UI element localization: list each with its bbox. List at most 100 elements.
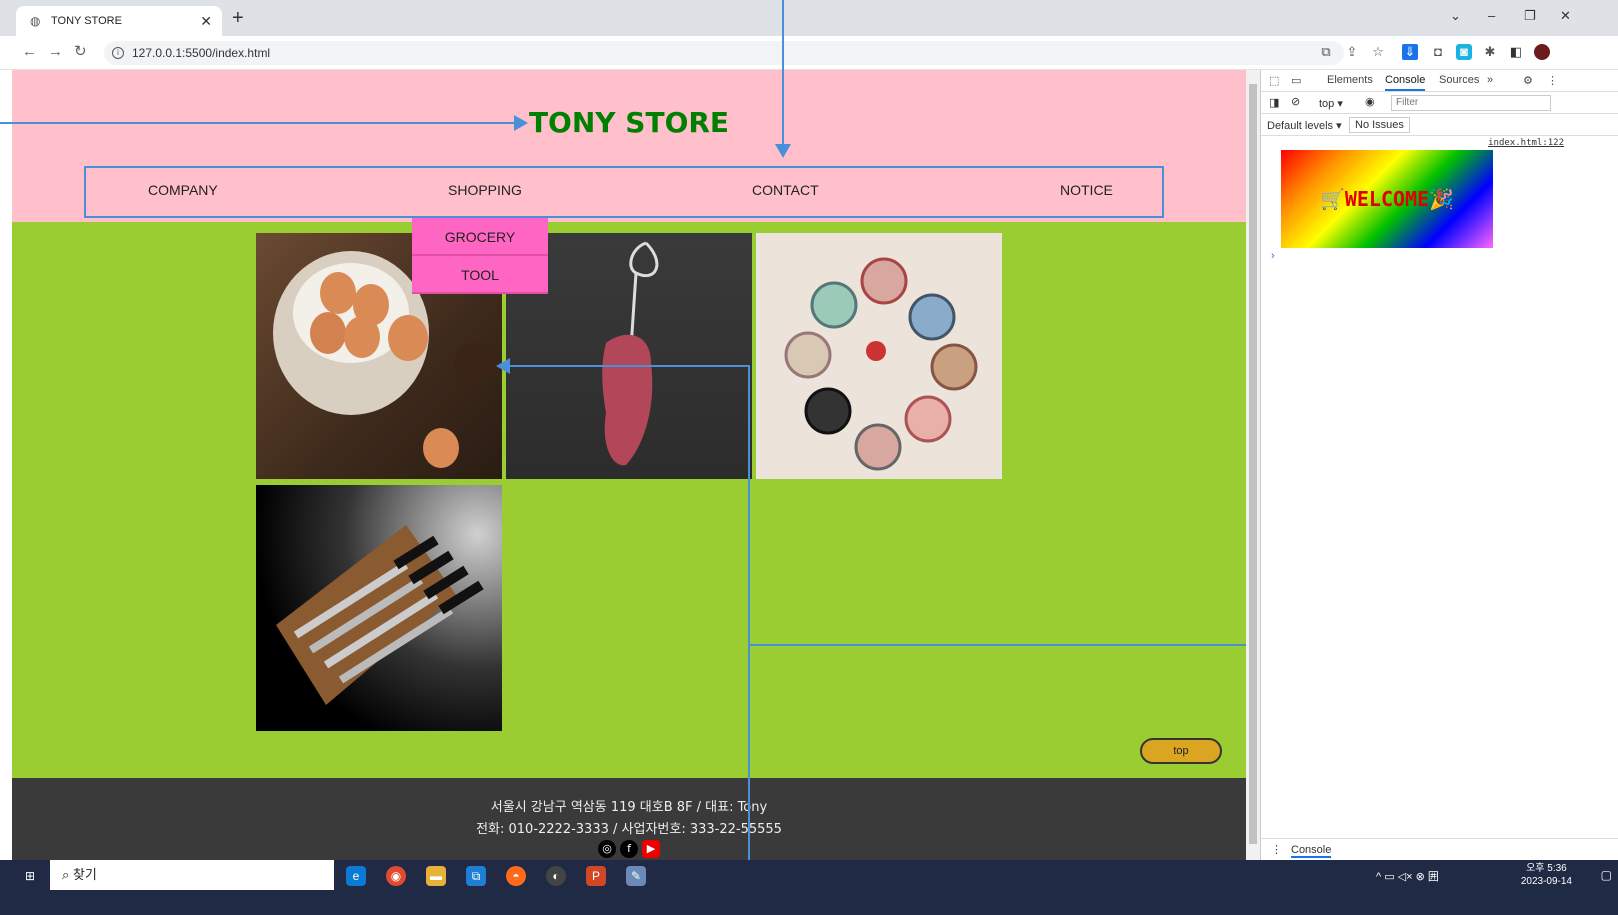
clear-console-icon[interactable]: ⊘ — [1291, 95, 1300, 108]
eye-icon[interactable]: ◉ — [1365, 95, 1375, 108]
page-scrollbar[interactable] — [1246, 70, 1260, 860]
edge-icon[interactable]: e — [346, 866, 366, 886]
nav-notice[interactable]: NOTICE — [1060, 182, 1113, 198]
welcome-text: WELCOME — [1344, 187, 1430, 211]
windows-taskbar: ⊞ ⌕ 찾기 e ◉ ▬ ⧉ ◓ ◐ P ✎ ^ ▭ ◁× ⊗ 囲 오후 5:3… — [0, 860, 1618, 915]
reload-icon[interactable]: ↻ — [74, 44, 87, 60]
drawer-menu-icon[interactable]: ⋮ — [1271, 843, 1282, 856]
main-nav: COMPANY SHOPPING CONTACT NOTICE — [84, 166, 1164, 218]
tab-search-icon[interactable]: ⌄ — [1450, 8, 1461, 24]
site-info-icon[interactable]: i — [112, 47, 124, 59]
restore-button[interactable]: ❐ — [1524, 8, 1536, 24]
devtools-panel: ⬚ ▭ Elements Console Sources » ⚙ ⋮ ◨ ⊘ t… — [1260, 70, 1618, 860]
puzzle-extensions-icon[interactable]: ✱ — [1482, 44, 1498, 60]
back-icon[interactable]: ← — [22, 44, 37, 60]
scrollbar-thumb[interactable] — [1249, 84, 1257, 844]
url-text: 127.0.0.1:5500/index.html — [132, 46, 271, 60]
browser-tab[interactable]: ◍ TONY STORE ✕ — [16, 6, 222, 36]
extension-icon[interactable]: ◙ — [1456, 44, 1472, 60]
globe-icon: ◍ — [30, 13, 41, 28]
minimize-button[interactable]: – — [1488, 8, 1495, 23]
devtools-tabbar: ⬚ ▭ Elements Console Sources » ⚙ ⋮ — [1261, 70, 1618, 92]
nav-company[interactable]: COMPANY — [148, 182, 218, 198]
nav-contact[interactable]: CONTACT — [752, 182, 819, 198]
annotation-arrowhead-title — [514, 115, 528, 131]
youtube-icon[interactable]: ▶ — [642, 840, 660, 858]
browser-tabbar: ◍ TONY STORE ✕ + ⌄ – ❐ ✕ — [0, 0, 1618, 36]
clock-time: 오후 5:36 — [1526, 863, 1567, 874]
camera-extension-icon[interactable]: ◘ — [1430, 44, 1446, 60]
levels-dropdown[interactable]: Default levels ▾ — [1267, 119, 1342, 132]
profile-avatar[interactable] — [1534, 44, 1550, 60]
annotation-line-vertical — [748, 365, 750, 915]
windows-start-icon[interactable]: ⊞ — [20, 866, 40, 886]
url-bar[interactable]: i 127.0.0.1:5500/index.html — [104, 41, 1344, 65]
taskbar-clock[interactable]: 오후 5:36 2023-09-14 — [1521, 862, 1572, 888]
tab-sources[interactable]: Sources — [1439, 74, 1479, 86]
annotation-line-title — [0, 122, 515, 124]
new-tab-button[interactable]: + — [232, 8, 244, 28]
paint-icon[interactable]: ✎ — [626, 866, 646, 886]
footer-phone: 전화: 010-2222-3333 / 사업자번호: 333-22-55555 — [476, 822, 782, 837]
sidebar-toggle-icon[interactable]: ◨ — [1269, 96, 1279, 109]
notification-icon[interactable]: ▢ — [1601, 868, 1612, 882]
console-toolbar: ◨ ⊘ top ▾ ◉ Filter — [1261, 92, 1618, 114]
console-welcome-image: 🛒WELCOME🎉 — [1281, 150, 1493, 248]
shopping-submenu: GROCERY TOOL — [412, 218, 548, 294]
bookmark-star-icon[interactable]: ☆ — [1370, 44, 1386, 60]
levels-row: Default levels ▾ No Issues — [1261, 114, 1618, 136]
tab-title: TONY STORE — [51, 15, 122, 27]
close-tab-icon[interactable]: ✕ — [200, 13, 212, 30]
facebook-icon[interactable]: f — [620, 840, 638, 858]
annotation-arrowhead-gallery — [496, 358, 510, 374]
console-filter-input[interactable]: Filter — [1391, 95, 1551, 111]
scroll-top-button[interactable]: top — [1140, 738, 1222, 764]
github-icon[interactable]: ◐ — [546, 866, 566, 886]
tab-console[interactable]: Console — [1385, 74, 1426, 91]
context-select[interactable]: top ▾ — [1319, 97, 1343, 110]
share-icon[interactable]: ⇪ — [1344, 44, 1360, 60]
knife-set-image — [276, 525, 484, 705]
settings-gear-icon[interactable]: ⚙ — [1523, 74, 1533, 87]
annotation-line-gallery — [508, 365, 750, 367]
forward-icon[interactable]: → — [48, 44, 63, 60]
decorative-plates-image — [784, 257, 978, 471]
more-options-icon[interactable]: ⋮ — [1547, 74, 1558, 87]
translate-icon[interactable]: ⧉ — [1318, 44, 1334, 60]
side-panel-icon[interactable]: ◧ — [1508, 44, 1524, 60]
site-header: TONY STORE COMPANY SHOPPING CONTACT NOTI… — [12, 70, 1246, 222]
submenu-tool[interactable]: TOOL — [412, 256, 548, 294]
drawer-console-tab[interactable]: Console — [1291, 844, 1332, 858]
nav-shopping[interactable]: SHOPPING — [448, 182, 522, 198]
plates-photo[interactable] — [756, 233, 1002, 479]
issues-button[interactable]: No Issues — [1349, 117, 1410, 133]
powerpoint-icon[interactable]: P — [586, 866, 606, 886]
download-extension-icon[interactable]: ⇓ — [1402, 44, 1418, 60]
social-links: ◎ f ▶ — [12, 840, 1246, 858]
context-label: top — [1319, 98, 1335, 110]
search-placeholder: 찾기 — [72, 867, 97, 882]
taskbar-search-input[interactable]: ⌕ 찾기 — [50, 860, 334, 890]
console-prompt-icon[interactable]: › — [1271, 250, 1275, 262]
device-toggle-icon[interactable]: ▭ — [1291, 74, 1301, 87]
annotation-arrowhead-nav — [775, 144, 791, 158]
inspect-icon[interactable]: ⬚ — [1269, 74, 1279, 87]
tab-elements[interactable]: Elements — [1327, 74, 1373, 86]
submenu-grocery[interactable]: GROCERY — [412, 218, 548, 256]
instagram-icon[interactable]: ◎ — [598, 840, 616, 858]
footer-address: 서울시 강남구 역삼동 119 대호B 8F / 대표: Tony — [490, 800, 768, 815]
firefox-icon[interactable]: ◓ — [506, 866, 526, 886]
vscode-icon[interactable]: ⧉ — [466, 866, 486, 886]
chrome-icon[interactable]: ◉ — [386, 866, 406, 886]
file-explorer-icon[interactable]: ▬ — [426, 866, 446, 886]
source-link[interactable]: index.html:122 — [1488, 138, 1564, 148]
knives-photo[interactable] — [256, 485, 502, 731]
more-tabs-icon[interactable]: » — [1487, 74, 1493, 86]
web-page: TONY STORE COMPANY SHOPPING CONTACT NOTI… — [12, 70, 1246, 894]
devtools-drawer: ⋮ Console — [1261, 838, 1618, 860]
close-window-button[interactable]: ✕ — [1560, 8, 1571, 24]
clock-date: 2023-09-14 — [1520, 876, 1572, 887]
system-tray-icons[interactable]: ^ ▭ ◁× ⊗ 囲 — [1376, 868, 1439, 884]
levels-label: Default levels — [1267, 120, 1334, 132]
annotation-line-nav — [782, 0, 784, 146]
